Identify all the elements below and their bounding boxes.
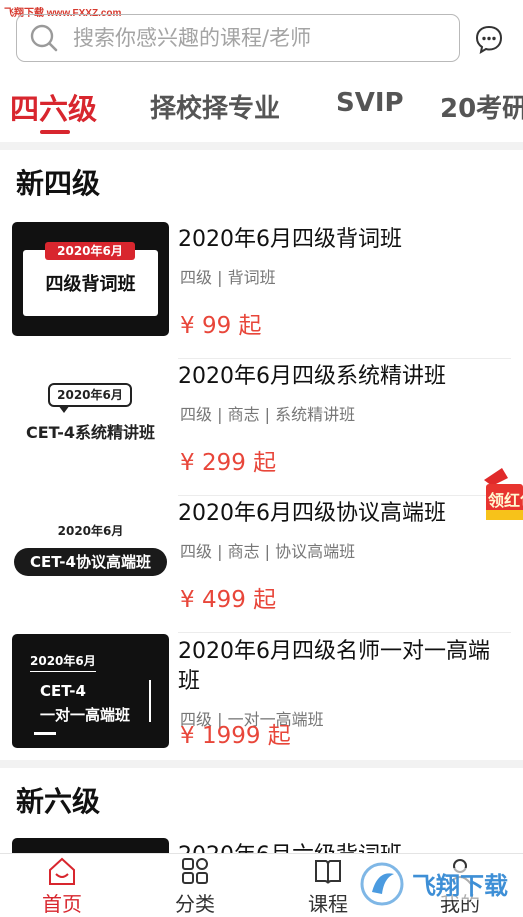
course-title: 2020年6月四级协议高端班 — [178, 501, 446, 526]
category-tabs: 四六级 择校择专业 SVIP 20考研 — [0, 88, 523, 142]
nav-courses[interactable]: 课程 — [288, 854, 368, 916]
svg-text:领红包: 领红包 — [488, 491, 523, 510]
search-bar[interactable] — [16, 14, 460, 62]
section-divider — [0, 760, 523, 768]
fxxz-logo-watermark: 飞翔下载 — [360, 862, 514, 906]
course-title: 2020年6月四级系统精讲班 — [178, 364, 446, 389]
course-card[interactable]: 2020年6月 CET-4 一对一高端班 2020年6月四级名师一对一高端班 四… — [0, 634, 523, 771]
course-tags: 四级 | 商志 | 系统精讲班 — [180, 405, 356, 424]
message-icon[interactable] — [474, 24, 504, 54]
course-title: 2020年6月四级背词班 — [178, 227, 402, 252]
svg-text:飞翔下载: 飞翔下载 — [412, 872, 508, 900]
nav-category-label: 分类 — [175, 892, 215, 916]
course-card[interactable]: 2020年6月 CET-4协议高端班 2020年6月四级协议高端班 四级 | 商… — [0, 496, 523, 633]
book-icon — [315, 860, 341, 884]
course-price: ¥ 1999 起 — [180, 723, 291, 749]
tab-cet46[interactable]: 四六级 — [10, 88, 97, 128]
section-divider — [0, 142, 523, 150]
tab-kaoyan-2020[interactable]: 20考研 — [440, 88, 523, 125]
course-tags: 四级 | 背词班 — [180, 268, 276, 287]
tab-svip[interactable]: SVIP — [336, 88, 404, 118]
nav-courses-label: 课程 — [308, 892, 348, 916]
search-icon — [30, 24, 58, 52]
course-thumbnail: 2020年6月 CET-4 一对一高端班 — [12, 634, 169, 748]
grid-icon — [182, 858, 208, 884]
course-card[interactable]: 2020年6月 四级背词班 2020年6月四级背词班 四级 | 背词班 ¥ 99… — [0, 222, 523, 359]
search-input[interactable] — [71, 25, 435, 51]
nav-category[interactable]: 分类 — [155, 854, 235, 916]
row-divider — [178, 632, 511, 633]
tab-school-major[interactable]: 择校择专业 — [150, 88, 280, 125]
section-title-cet4: 新四级 — [16, 167, 101, 200]
home-icon — [49, 857, 75, 885]
course-thumbnail: 2020年6月 四级背词班 — [12, 222, 169, 336]
red-packet-promo-icon[interactable]: 领红包 — [478, 466, 523, 526]
course-tags: 四级 | 商志 | 协议高端班 — [180, 542, 356, 561]
course-card[interactable]: 2020年6月 CET-4系统精讲班 2020年6月四级系统精讲班 四级 | 商… — [0, 359, 523, 496]
course-price: ¥ 499 起 — [180, 587, 277, 613]
nav-home[interactable]: 首页 — [22, 854, 102, 916]
section-title-cet6: 新六级 — [16, 785, 101, 818]
course-price: ¥ 99 起 — [180, 313, 262, 339]
course-thumbnail: 2020年6月 CET-4系统精讲班 — [12, 359, 169, 473]
active-tab-indicator — [40, 130, 70, 134]
course-title: 2020年6月四级名师一对一高端班 — [178, 639, 490, 694]
nav-home-label: 首页 — [42, 892, 82, 916]
course-price: ¥ 299 起 — [180, 450, 277, 476]
course-thumbnail: 2020年6月 CET-4协议高端班 — [12, 496, 169, 610]
